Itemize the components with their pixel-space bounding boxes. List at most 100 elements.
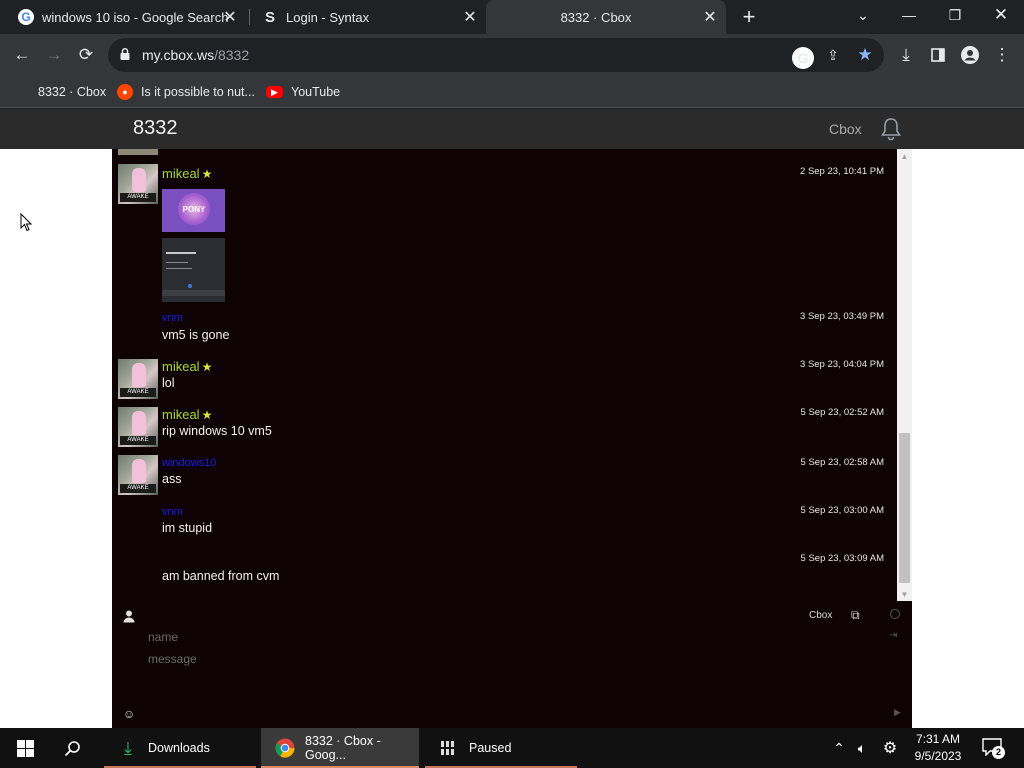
close-window-button[interactable]: ✕ <box>978 0 1024 30</box>
close-tab-icon[interactable]: ✕ <box>220 7 240 27</box>
back-button[interactable]: ← <box>8 41 36 69</box>
tab-google-search[interactable]: G windows 10 iso - Google Search ✕ <box>6 0 246 34</box>
message-time: 2 Sep 23, 10:41 PM <box>800 166 884 177</box>
star-icon: ★ <box>201 166 213 181</box>
message-author[interactable]: vnm <box>162 506 183 518</box>
scroll-down-arrow-icon[interactable]: ▼ <box>897 587 912 601</box>
user-icon[interactable] <box>122 609 136 623</box>
bookmark-reddit[interactable]: ● Is it possible to nut... <box>117 82 255 102</box>
download-arrow-icon: ⤓ <box>124 737 132 758</box>
message-list: AWAKE mikeal ★ 2 Sep 23, 10:41 PM PONY vn… <box>112 149 898 601</box>
tab-login-syntax[interactable]: S Login - Syntax ✕ <box>250 0 486 34</box>
taskbar-app-chrome[interactable]: 8332 · Cbox - Goog... <box>261 728 419 768</box>
new-tab-button[interactable]: + <box>736 4 762 30</box>
windows-start-icon[interactable] <box>12 728 38 768</box>
cbox-brand-link[interactable]: Cbox <box>809 610 832 621</box>
message-author[interactable]: mikeal ★ <box>162 359 212 374</box>
list-item: vnm 3 Sep 23, 03:49 PM vm5 is gone <box>112 309 898 349</box>
bookmark-cbox[interactable]: 8332 · Cbox <box>38 82 106 102</box>
taskbar: ⤓ Downloads 8332 · Cbox - Goog... Paused… <box>0 728 1024 768</box>
message-text: rip windows 10 vm5 <box>162 424 272 438</box>
scroll-up-arrow-icon[interactable]: ▲ <box>897 149 912 163</box>
message-time: 5 Sep 23, 03:00 AM <box>800 505 884 516</box>
smiley-icon[interactable]: ☺ <box>123 707 135 721</box>
restore-button[interactable]: ❐ <box>932 0 978 30</box>
share-icon[interactable]: ⇪ <box>822 44 844 66</box>
message-text: lol <box>162 376 175 390</box>
close-tab-icon[interactable]: ✕ <box>700 7 720 27</box>
syntax-s-icon: S <box>264 8 275 26</box>
star-icon: ★ <box>201 359 213 374</box>
bookmarks-bar: 8332 · Cbox ● Is it possible to nut... ▶… <box>0 76 1024 108</box>
list-item: AWAKE mikeal ★ 5 Sep 23, 02:52 AM rip win… <box>112 407 898 449</box>
google-icon: G <box>18 9 34 25</box>
external-link-icon[interactable]: ⧉ <box>851 608 865 622</box>
my-little-pony-image[interactable]: PONY <box>162 189 225 232</box>
message-author[interactable]: mikeal ★ <box>162 407 212 422</box>
bookmark-star-icon[interactable]: ★ <box>854 44 876 66</box>
name-field[interactable] <box>148 628 868 646</box>
tab-title: 8332 · Cbox <box>560 9 632 25</box>
obs-app-icon <box>439 738 459 758</box>
settings-gear-icon[interactable]: ⚙ <box>880 728 900 768</box>
forward-button[interactable]: → <box>40 41 68 69</box>
address-bar[interactable]: my.cbox.ws/8332 G ⇪ ★ <box>108 38 884 72</box>
bell-icon[interactable] <box>878 116 904 142</box>
page-title: 8332 <box>133 117 178 139</box>
message-text: im stupid <box>162 521 213 535</box>
mouse-cursor-icon <box>20 213 32 232</box>
tab-title: windows 10 iso - Google Search <box>42 9 229 25</box>
bookmark-youtube[interactable]: ▶ YouTube <box>266 82 340 102</box>
minimize-button[interactable]: — <box>886 0 932 30</box>
lock-icon <box>120 47 130 60</box>
avatar: AWAKE <box>118 359 158 399</box>
list-item: AWAKE mikeal ★ 3 Sep 23, 04:04 PM lol <box>112 359 898 401</box>
avatar-partial <box>118 149 158 155</box>
volume-icon[interactable]: 🔈︎ <box>852 728 872 768</box>
youtube-icon: ▶ <box>266 86 283 98</box>
sign-in-icon[interactable]: ⇥ <box>889 630 901 642</box>
profile-icon[interactable] <box>956 41 984 69</box>
avatar: AWAKE <box>118 164 158 204</box>
reload-button[interactable]: ⟳ <box>72 41 100 69</box>
list-item: AWAKE windows10 5 Sep 23, 02:58 AM ass <box>112 455 898 497</box>
taskbar-clock[interactable]: 7:31 AM 9/5/2023 <box>908 731 968 765</box>
tab-title: Login - Syntax <box>286 9 370 25</box>
side-panel-icon[interactable] <box>924 41 952 69</box>
message-text: am banned from cvm <box>162 569 280 583</box>
message-text: ass <box>162 472 182 486</box>
tab-search-chevron-icon[interactable]: ⌄ <box>840 0 886 30</box>
list-item: 5 Sep 23, 03:09 AM am banned from cvm <box>112 552 898 592</box>
send-arrow-icon[interactable]: ▶ <box>894 707 901 718</box>
scroll-thumb[interactable] <box>899 433 910 583</box>
chrome-icon <box>275 738 295 758</box>
tab-strip: G windows 10 iso - Google Search ✕ S Log… <box>0 0 1024 34</box>
menu-kebab-icon[interactable]: ⋮ <box>988 41 1016 69</box>
site-header: 8332 Cbox <box>0 109 1024 149</box>
cbox-brand-link[interactable]: Cbox <box>829 121 862 137</box>
download-icon[interactable]: ⤓ <box>892 41 920 69</box>
message-author[interactable]: mikeal ★ <box>162 166 212 181</box>
google-lens-icon[interactable]: G <box>792 47 814 69</box>
message-time: 5 Sep 23, 02:52 AM <box>800 407 884 418</box>
list-item: AWAKE mikeal ★ 2 Sep 23, 10:41 PM PONY <box>112 164 898 304</box>
search-icon[interactable] <box>60 728 84 768</box>
message-time: 3 Sep 23, 03:49 PM <box>800 311 884 322</box>
taskbar-app-paused[interactable]: Paused <box>425 728 577 768</box>
taskbar-app-downloads[interactable]: ⤓ Downloads <box>104 728 256 768</box>
message-author[interactable]: windows10 <box>162 457 216 469</box>
avatar: AWAKE <box>118 407 158 447</box>
avatar: AWAKE <box>118 455 158 495</box>
notification-center-icon[interactable]: 2 <box>982 738 1005 759</box>
screenshot-image[interactable] <box>162 238 225 302</box>
chat-box: AWAKE mikeal ★ 2 Sep 23, 10:41 PM PONY vn… <box>112 149 912 728</box>
tab-cbox[interactable]: 8332 · Cbox ✕ <box>486 0 726 34</box>
message-field[interactable] <box>148 650 868 668</box>
message-author[interactable]: vnm <box>162 312 183 324</box>
chat-scrollbar[interactable]: ▲ ▼ <box>897 149 912 601</box>
close-tab-icon[interactable]: ✕ <box>460 7 480 27</box>
chevron-up-icon[interactable]: ⌃ <box>830 728 848 768</box>
message-time: 5 Sep 23, 02:58 AM <box>800 457 884 468</box>
star-icon: ★ <box>201 407 213 422</box>
message-time: 3 Sep 23, 04:04 PM <box>800 359 884 370</box>
